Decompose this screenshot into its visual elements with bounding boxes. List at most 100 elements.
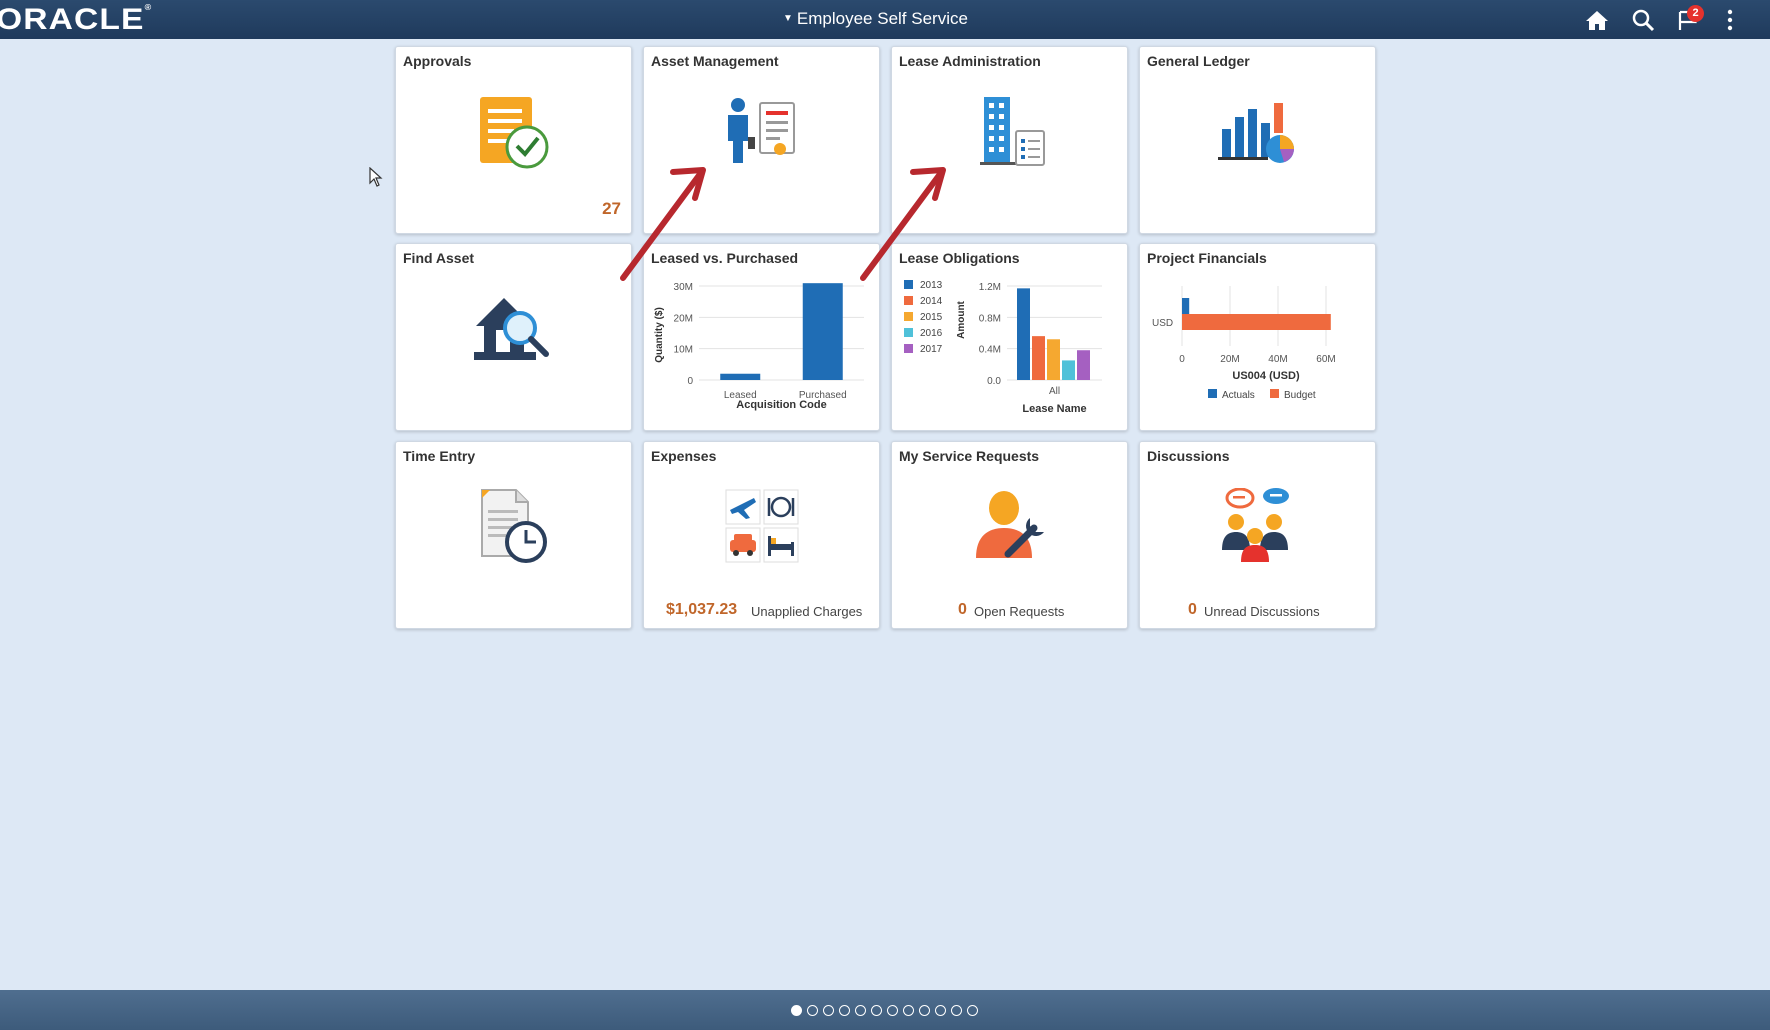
tile-title: Discussions	[1147, 448, 1230, 464]
tile-title: My Service Requests	[899, 448, 1040, 464]
open-requests-label: Open Requests	[974, 604, 1065, 619]
mouse-cursor-icon	[369, 167, 383, 187]
legend-swatch	[904, 312, 913, 321]
page-dot[interactable]	[967, 1005, 978, 1016]
tile-leased-vs-purchased[interactable]: Leased vs. Purchased 0 10M 20M 30M Leased Pur…	[643, 243, 880, 431]
y-tick-label: USD	[1152, 318, 1173, 329]
homepage-selector[interactable]: ▼ Employee Self Service	[783, 9, 968, 29]
unread-discussions-label: Unread Discussions	[1204, 604, 1320, 619]
tile-approvals[interactable]: Approvals 27	[395, 46, 632, 234]
lease-obligations-chart: 2013 2014 2015 2016 2017 0.0 0.4M 0.8M 1.2M All Le…	[904, 280, 1102, 415]
legend-label: Actuals	[1222, 390, 1255, 401]
tile-title: Lease Obligations	[899, 250, 1020, 266]
bar	[1062, 360, 1075, 380]
x-axis-label: Acquisition Code	[736, 399, 826, 411]
page-dot[interactable]	[903, 1005, 914, 1016]
tile-project-financials[interactable]: Project Financials 0 20M 40M 60M USD US004 (U…	[1139, 243, 1376, 431]
page-dot[interactable]	[935, 1005, 946, 1016]
bar	[720, 373, 761, 380]
oracle-logo: ORACLE®	[0, 3, 153, 36]
y-axis-label: Quantity ($)	[654, 307, 665, 363]
tile-title: Time Entry	[403, 448, 476, 464]
person-document-icon	[728, 98, 795, 163]
unapplied-charges-label: Unapplied Charges	[751, 604, 863, 619]
tile-find-asset[interactable]: Find Asset	[395, 243, 632, 431]
x-tick-label: 0	[1179, 354, 1185, 365]
y-axis-label: Amount	[956, 300, 967, 338]
tile-time-entry[interactable]: Time Entry	[395, 441, 632, 629]
building-list-icon	[980, 97, 1045, 166]
y-tick-label: 20M	[674, 313, 693, 324]
legend-label: Budget	[1284, 390, 1316, 401]
document-clock-icon	[481, 489, 547, 563]
project-financials-chart: 0 20M 40M 60M USD US004 (USD) Actuals Budget	[1152, 286, 1336, 401]
bar	[802, 283, 843, 380]
y-tick-label: 0.8M	[979, 313, 1001, 324]
people-chat-icon	[1222, 488, 1289, 562]
notification-badge: 2	[1687, 5, 1704, 22]
y-tick-label: 0.0	[987, 376, 1001, 387]
x-tick-label: All	[1049, 386, 1060, 397]
tile-title: General Ledger	[1147, 53, 1250, 69]
page-dot[interactable]	[791, 1005, 802, 1016]
y-tick-label: 0.4M	[979, 345, 1001, 356]
legend-swatch	[904, 280, 913, 289]
caret-down-icon: ▼	[783, 13, 793, 24]
tile-my-service-requests[interactable]: My Service Requests 0 Open Requests	[891, 441, 1128, 629]
tile-title: Expenses	[651, 448, 717, 464]
travel-expense-icon	[725, 489, 799, 563]
page-dot[interactable]	[839, 1005, 850, 1016]
y-tick-label: 10M	[674, 345, 693, 356]
legend-swatch	[1208, 389, 1217, 398]
page-dot[interactable]	[823, 1005, 834, 1016]
legend-swatch	[1270, 389, 1279, 398]
page-dot[interactable]	[919, 1005, 930, 1016]
page-indicator	[791, 1005, 978, 1016]
x-tick-label: 60M	[1316, 354, 1335, 365]
tile-title: Approvals	[403, 53, 472, 69]
bar-pie-chart-icon	[1218, 103, 1294, 163]
tile-title: Lease Administration	[899, 53, 1041, 69]
bar	[1032, 336, 1045, 380]
tile-expenses[interactable]: Expenses $1,037.23 Unapplied Charges	[643, 441, 880, 629]
legend-label: 2014	[920, 296, 943, 307]
tile-asset-management[interactable]: Asset Management	[643, 46, 880, 234]
page-dot[interactable]	[871, 1005, 882, 1016]
tile-title: Asset Management	[651, 53, 779, 69]
legend-label: 2013	[920, 280, 943, 291]
bar	[1047, 339, 1060, 380]
tile-lease-administration[interactable]: Lease Administration	[891, 46, 1128, 234]
page-dot[interactable]	[807, 1005, 818, 1016]
tile-title: Project Financials	[1147, 250, 1267, 266]
leased-vs-purchased-chart: 010M20M30MLeased PurchasedAcquisition Cod…	[654, 282, 864, 411]
person-wrench-icon	[976, 491, 1044, 558]
legend-swatch	[904, 296, 913, 305]
tile-title: Leased vs. Purchased	[651, 250, 799, 266]
document-check-icon	[480, 97, 549, 169]
y-tick-label: 30M	[674, 282, 693, 293]
x-tick-label: 20M	[1220, 354, 1239, 365]
actions-menu-icon[interactable]	[1722, 8, 1738, 32]
tile-general-ledger[interactable]: General Ledger	[1139, 46, 1376, 234]
bar	[1182, 298, 1190, 314]
tile-lease-obligations[interactable]: Lease Obligations 2013 2014 2015 2016 2017 0.…	[891, 243, 1128, 431]
top-banner: ORACLE® ▼ Employee Self Service 2	[0, 0, 1770, 39]
open-requests-count: 0	[958, 601, 967, 618]
search-icon[interactable]	[1630, 8, 1656, 32]
x-axis-label: Lease Name	[1022, 403, 1086, 415]
approvals-count: 27	[602, 199, 621, 218]
bar	[1017, 288, 1030, 380]
page-dot[interactable]	[887, 1005, 898, 1016]
x-axis-label: US004 (USD)	[1232, 370, 1300, 382]
legend-swatch	[904, 344, 913, 353]
legend-label: 2016	[920, 328, 943, 339]
unread-discussions-count: 0	[1188, 601, 1197, 618]
page-dot[interactable]	[855, 1005, 866, 1016]
legend-swatch	[904, 328, 913, 337]
page-dot[interactable]	[951, 1005, 962, 1016]
tile-discussions[interactable]: Discussions 0 Unread Discussions	[1139, 441, 1376, 629]
tile-title: Find Asset	[403, 250, 475, 266]
y-tick-label: 1.2M	[979, 282, 1001, 293]
home-icon[interactable]	[1584, 8, 1610, 32]
x-tick-label: 40M	[1268, 354, 1287, 365]
